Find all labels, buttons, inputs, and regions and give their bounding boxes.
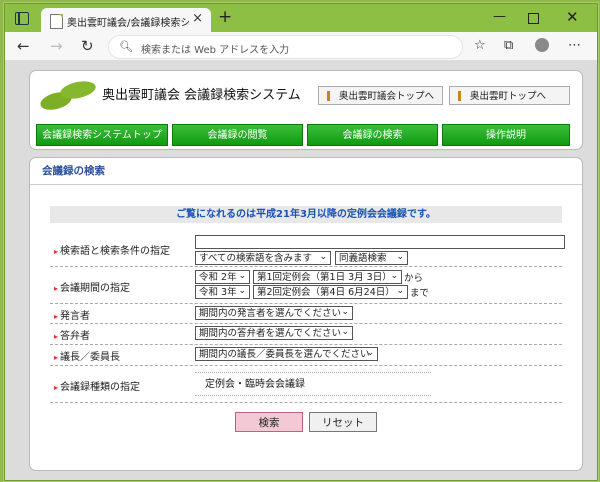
speaker-row: 発言者 期間内の発言者を選んでください [50,303,562,324]
town-top-link[interactable]: 奥出雲町トップへ [449,86,570,105]
period-label: 会議期間の指定 [54,279,130,294]
browser-window: 奥出雲町議会/会議録検索システム × + — ✕ ← → ↻ 🔍︎ 検索または … [4,3,598,481]
refresh-icon[interactable]: ↻ [81,37,94,55]
chair-row: 議長／委員長 期間内の議長／委員長を選んでください [50,344,562,366]
synonym-select[interactable]: 同義語検索 [335,251,408,265]
site-title: 奥出雲町議会 会議録検索システム [102,88,301,103]
page-icon [50,14,63,29]
answerer-row: 答弁者 期間内の答弁者を選んでください [50,323,562,345]
address-toolbar: ← → ↻ 🔍︎ 検索または Web アドレスを入力 ☆ ⧉ ⋯ [5,32,597,61]
back-icon[interactable]: ← [17,37,30,55]
to-suffix: まで [410,288,430,299]
collections-icon[interactable]: ⧉ [504,38,513,53]
maximize-icon[interactable] [528,13,539,24]
council-top-link[interactable]: 奥出雲町議会トップへ [318,86,443,105]
answerer-select[interactable]: 期間内の答弁者を選んでください [195,326,353,340]
site-header: 奥出雲町議会 会議録検索システム 奥出雲町議会トップへ 奥出雲町トップへ 会議録… [29,70,583,150]
forward-icon[interactable]: → [50,37,63,55]
minimize-icon[interactable]: — [493,9,506,24]
keyword-row: 検索語と検索条件の指定 すべての検索語を含みます 同義語検索 [50,232,565,267]
nav-browse-minutes[interactable]: 会議録の閲覧 [172,124,303,146]
workspaces-icon[interactable] [15,12,29,25]
title-bar: 奥出雲町議会/会議録検索システム × + — ✕ [5,4,597,32]
town-logo-icon [40,81,96,110]
nav-help[interactable]: 操作説明 [442,124,570,146]
tab-title: 奥出雲町議会/会議録検索システム [67,18,189,29]
address-bar[interactable]: 🔍︎ 検索または Web アドレスを入力 [108,35,463,59]
reset-button[interactable]: リセット [309,412,377,432]
close-window-icon[interactable]: ✕ [566,8,579,26]
chair-select[interactable]: 期間内の議長／委員長を選んでください [195,347,378,361]
notice-text: ご覧になれるのは平成21年3月以降の定例会会議録です。 [50,206,562,223]
kind-label: 会議録種類の指定 [54,378,140,393]
to-session-select[interactable]: 第2回定例会（第4日 6月24日） [253,285,408,299]
search-panel: 会議録の検索 ご覧になれるのは平成21年3月以降の定例会会議録です。 検索語と検… [29,157,583,471]
page-content: 奥出雲町議会 会議録検索システム 奥出雲町議会トップへ 奥出雲町トップへ 会議録… [5,61,597,480]
speaker-label: 発言者 [54,307,90,322]
profile-avatar[interactable] [535,38,549,52]
search-icon: 🔍︎ [119,40,133,53]
kind-row: 会議録種類の指定 定例会・臨時会会議録 [50,365,562,403]
keyword-label: 検索語と検索条件の指定 [54,242,170,257]
more-menu-icon[interactable]: ⋯ [568,38,581,53]
from-year-select[interactable]: 令和 2年 [195,270,250,284]
nav-search-minutes[interactable]: 会議録の検索 [307,124,438,146]
chair-label: 議長／委員長 [54,348,120,363]
nav-search-system-top[interactable]: 会議録検索システムトップ [36,124,168,146]
from-session-select[interactable]: 第1回定例会（第1日 3月 3日） [253,270,402,284]
from-suffix: から [404,273,424,284]
to-year-select[interactable]: 令和 3年 [195,285,250,299]
browser-tab[interactable]: 奥出雲町議会/会議録検索システム × [41,8,211,32]
address-placeholder: 検索または Web アドレスを入力 [141,45,290,56]
answerer-label: 答弁者 [54,327,90,342]
favorite-star-icon[interactable]: ☆ [474,38,486,53]
search-button[interactable]: 検索 [235,412,303,432]
match-mode-select[interactable]: すべての検索語を含みます [195,251,331,265]
search-heading: 会議録の検索 [30,158,582,185]
keyword-input[interactable] [195,235,565,249]
close-tab-icon[interactable]: × [192,11,203,26]
kind-value: 定例会・臨時会会議録 [195,372,431,396]
speaker-select[interactable]: 期間内の発言者を選んでください [195,306,353,320]
period-row: 会議期間の指定 令和 2年 第1回定例会（第1日 3月 3日） から 令和 3年… [50,266,562,304]
new-tab-button[interactable]: + [218,7,232,27]
